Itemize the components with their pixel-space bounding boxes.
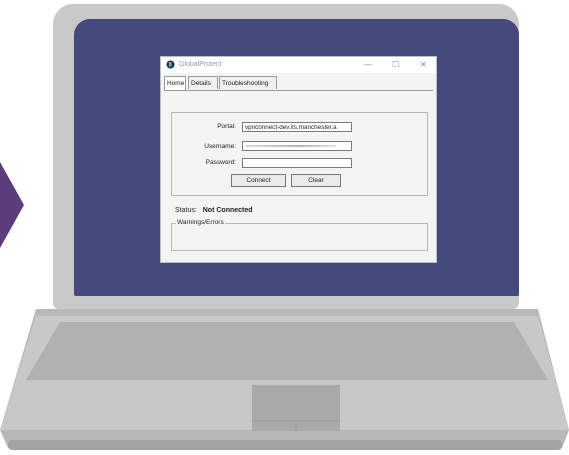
username-field[interactable] [242, 141, 352, 151]
portal-label: Portal: [217, 123, 236, 130]
status-value: Not Connected [202, 207, 253, 214]
tab-home[interactable]: Home [164, 76, 186, 90]
laptop-front-edge [8, 440, 562, 450]
clear-button[interactable]: Clear [291, 174, 341, 187]
warnings-label: Warnings/Errors [176, 219, 225, 226]
warnings-group: Warnings/Errors [171, 219, 428, 251]
window-title: GlobalProtect [179, 61, 222, 68]
globalprotect-window: GlobalProtect — ☐ ✕ Home Details Trouble… [160, 56, 437, 263]
title-bar: GlobalProtect — ☐ ✕ [161, 57, 436, 73]
username-label: Username: [204, 143, 236, 150]
tab-divider [164, 90, 433, 91]
minimize-button[interactable]: — [364, 60, 372, 69]
password-label: Password: [205, 159, 236, 166]
keyboard-area [26, 322, 548, 380]
blurred-username [246, 145, 336, 147]
portal-field[interactable]: vpnconnect-dev.its.manchester.a [242, 122, 352, 132]
tab-troubleshooting[interactable]: Troubleshooting [219, 76, 277, 89]
status-label: Status: [175, 207, 197, 214]
close-button[interactable]: ✕ [420, 60, 427, 69]
globalprotect-globe-icon [166, 60, 175, 69]
tab-details[interactable]: Details [188, 76, 218, 89]
maximize-button[interactable]: ☐ [392, 60, 399, 69]
connect-button[interactable]: Connect [231, 174, 286, 187]
status-line: Status: Not Connected [175, 207, 253, 214]
password-field[interactable] [242, 158, 352, 168]
